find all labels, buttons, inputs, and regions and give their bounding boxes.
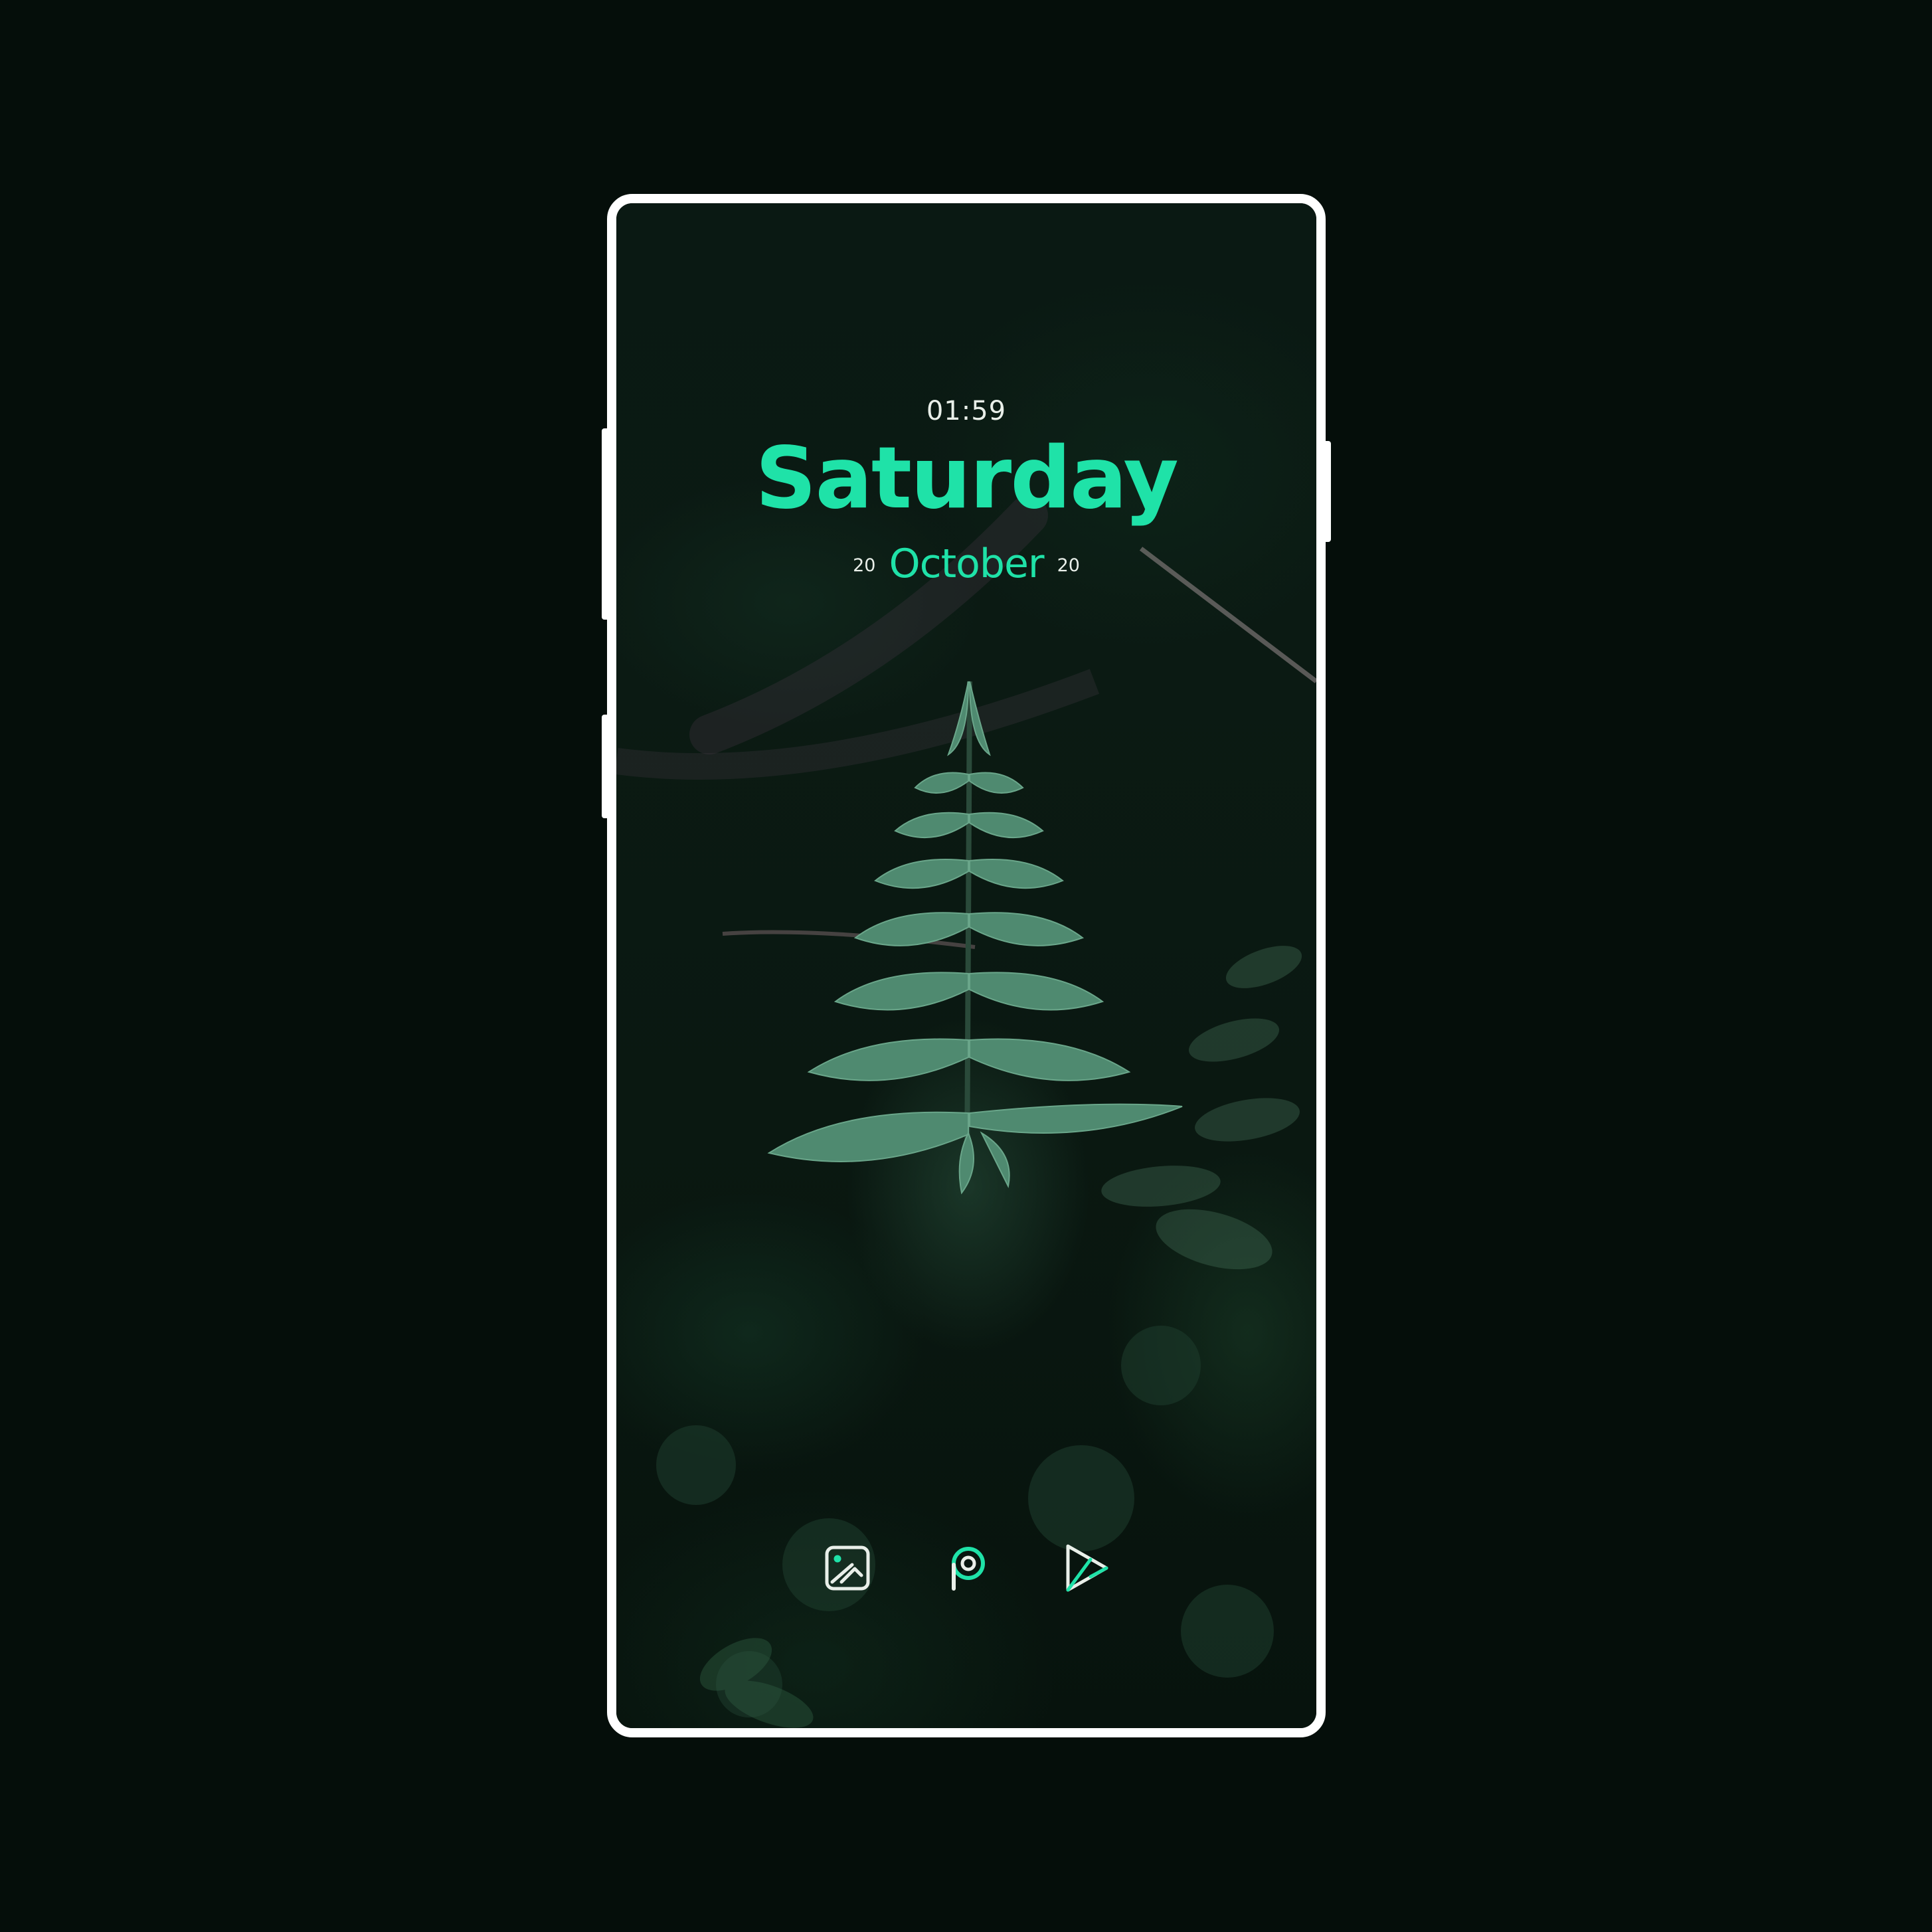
lockscreen-date-row: 20 October 20 xyxy=(616,541,1316,587)
lockscreen-month: October xyxy=(889,541,1044,587)
play-store-icon[interactable] xyxy=(1056,1538,1116,1598)
date-left: 20 xyxy=(853,555,876,576)
lockscreen-time: 01:59 xyxy=(926,396,1007,426)
picsart-icon[interactable] xyxy=(936,1538,996,1598)
stage: 01:59 Saturday 20 October 20 xyxy=(0,0,1932,1932)
gallery-icon[interactable] xyxy=(818,1538,877,1598)
date-right: 20 xyxy=(1057,555,1080,576)
phone-frame: 01:59 Saturday 20 October 20 xyxy=(607,194,1326,1737)
dock xyxy=(616,1538,1316,1598)
lockscreen-day: Saturday xyxy=(755,429,1179,528)
